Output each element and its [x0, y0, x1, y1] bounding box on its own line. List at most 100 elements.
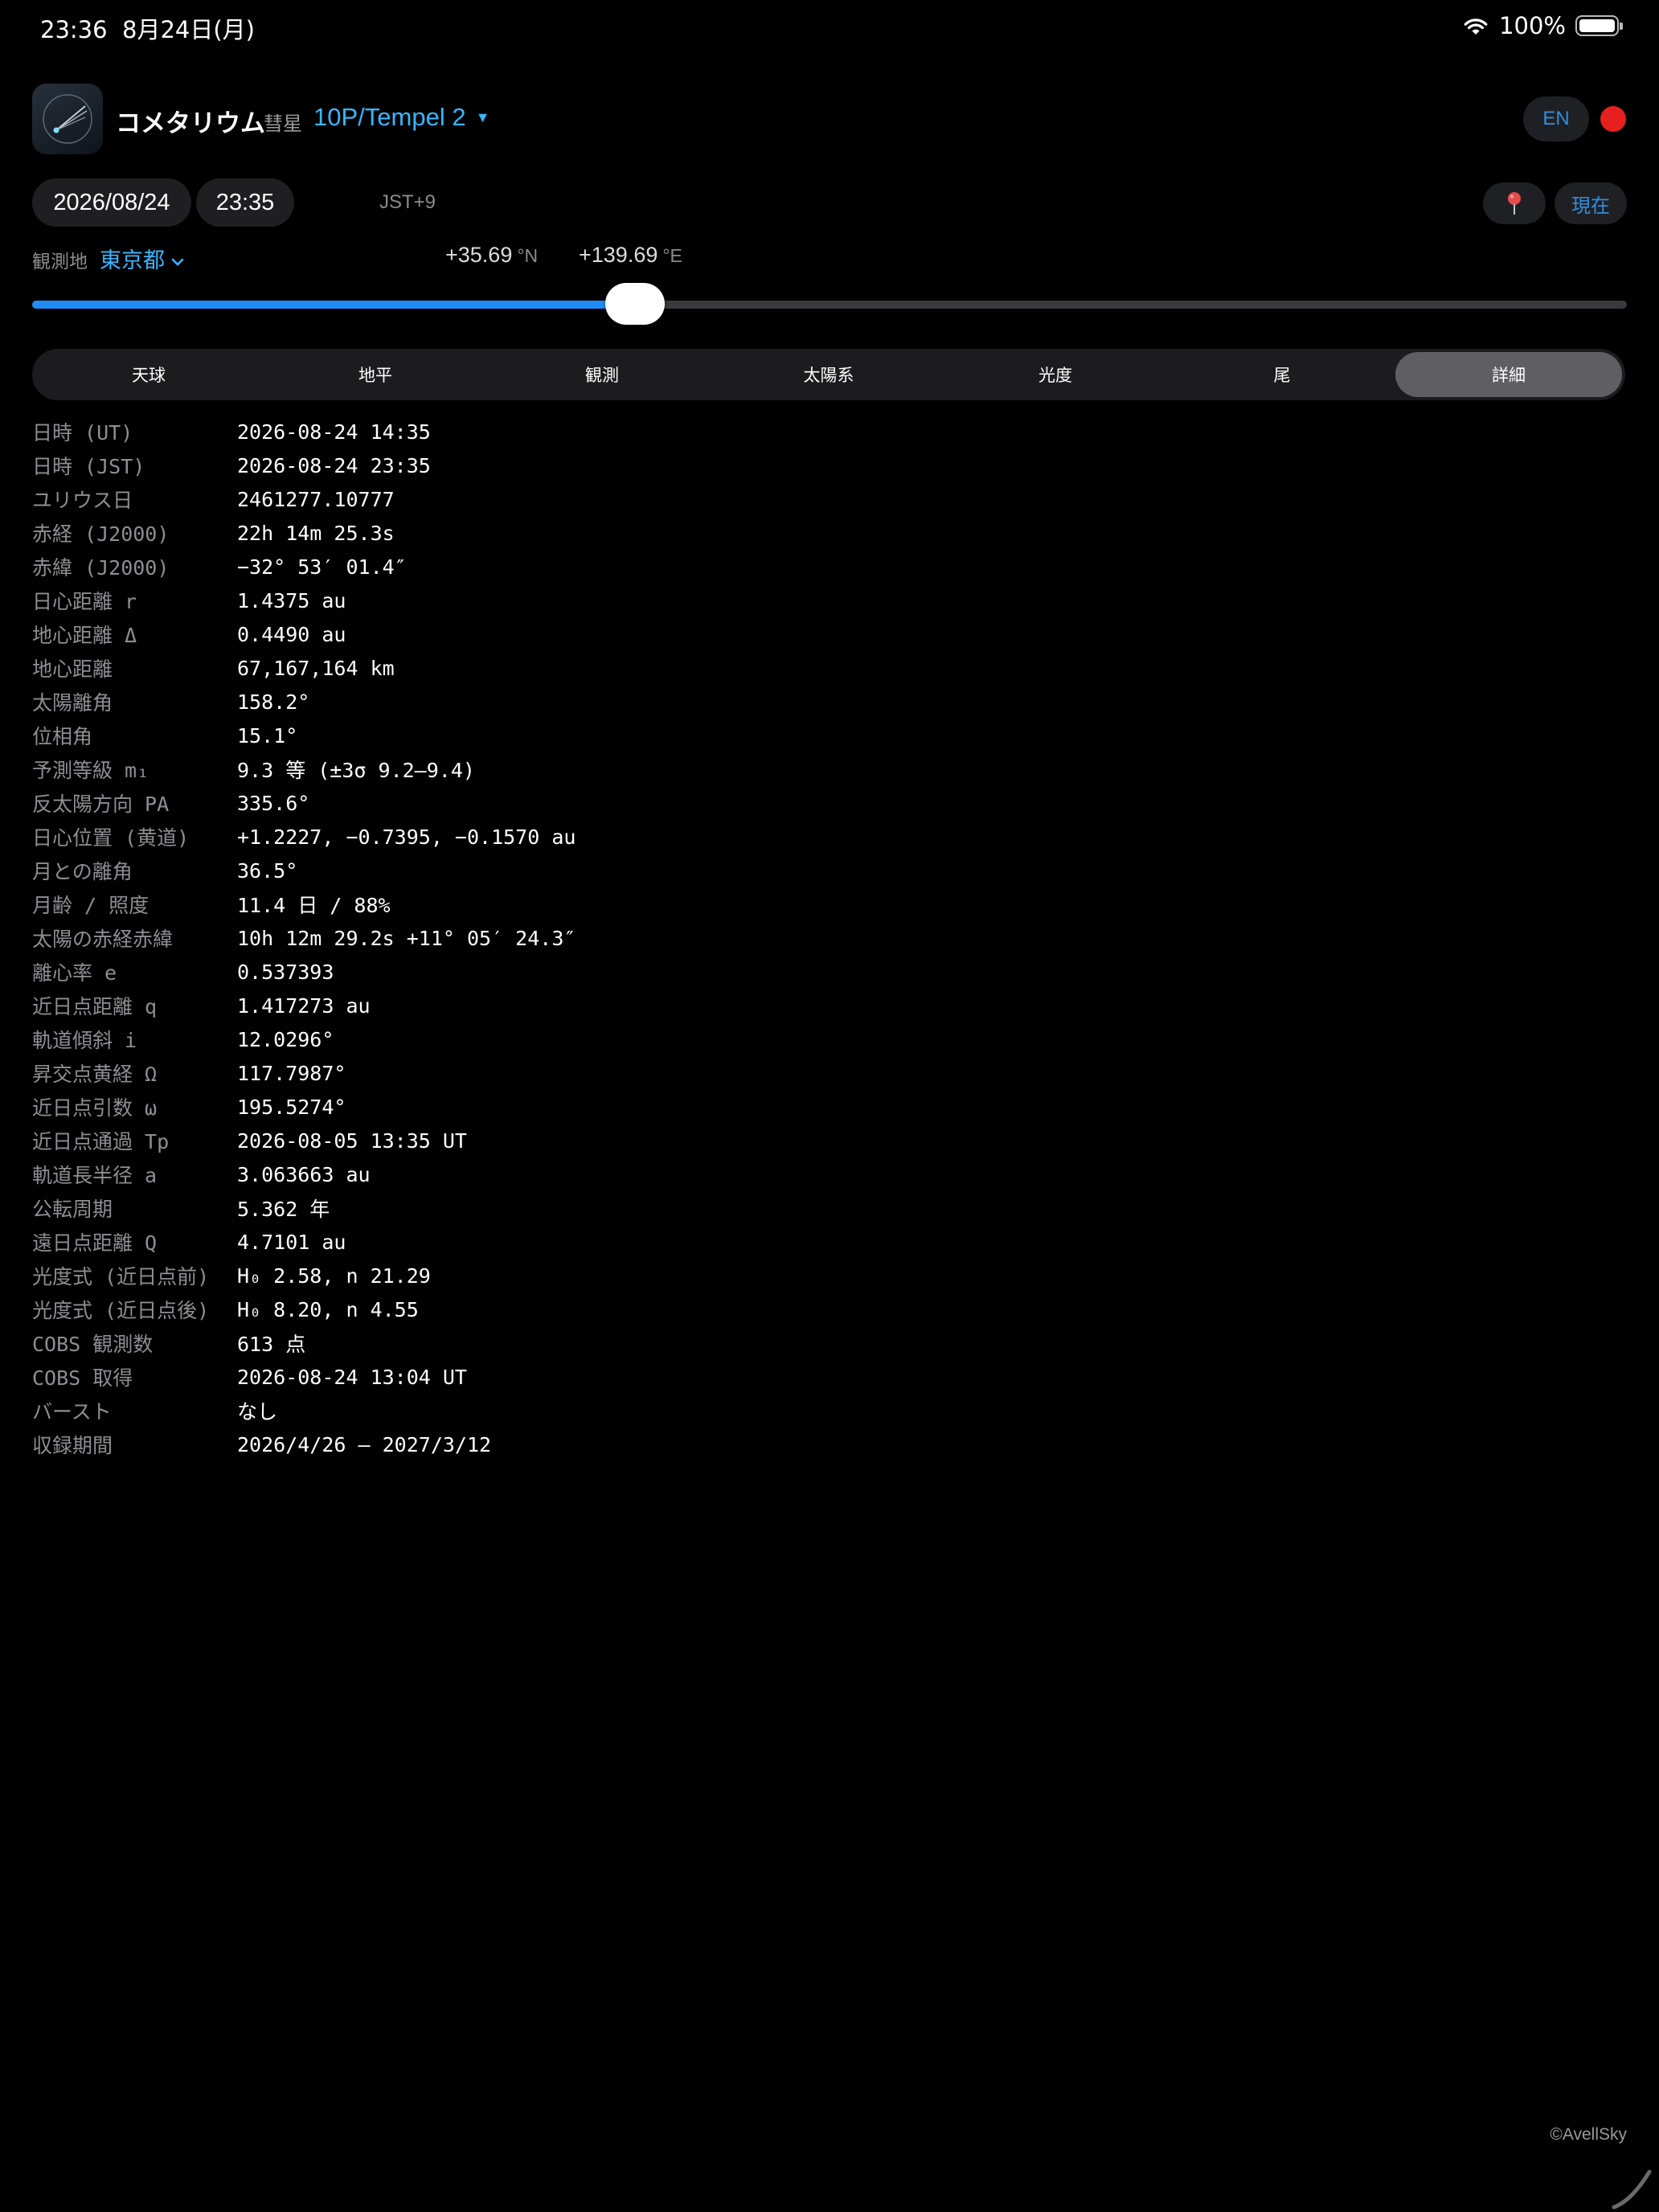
tab-observation[interactable]: 観測 — [489, 352, 715, 397]
now-button[interactable]: 現在 — [1555, 182, 1627, 224]
table-row: 太陽離角 158.2° — [32, 685, 1624, 719]
tab-details[interactable]: 詳細 — [1395, 352, 1622, 397]
row-value: H₀ 2.58, n 21.29 — [237, 1264, 431, 1288]
tab-celestial-sphere[interactable]: 天球 — [35, 352, 262, 397]
table-row: COBS 取得 2026-08-24 13:04 UT — [32, 1360, 1624, 1394]
row-value: 9.3 等 (±3σ 9.2–9.4) — [237, 759, 475, 782]
table-row: 赤経 (J2000) 22h 14m 25.3s — [32, 516, 1624, 550]
row-key: 地心距離 — [32, 657, 113, 681]
chevron-down-icon — [171, 258, 184, 266]
row-value: 1.417273 au — [237, 993, 371, 1018]
record-button[interactable] — [1600, 106, 1626, 132]
row-key: 近日点距離 q — [32, 995, 158, 1018]
table-row: 離心率 e 0.537393 — [32, 955, 1624, 989]
comet-name: 10P/Tempel 2 — [313, 103, 466, 131]
row-key: 近日点引数 ω — [32, 1096, 158, 1120]
row-value: +1.2227, −0.7395, −0.1570 au — [237, 825, 576, 849]
row-value: 12.0296° — [237, 1027, 334, 1051]
date-picker[interactable]: 2026/08/24 — [32, 178, 191, 227]
app-title: コメタリウム — [116, 109, 265, 138]
row-key: 遠日点距離 Q — [32, 1231, 158, 1255]
row-value: 195.5274° — [237, 1095, 346, 1119]
row-key: 日時 (JST) — [32, 455, 145, 478]
row-key: 月齢 / 照度 — [32, 894, 150, 917]
row-value: 5.362 年 — [237, 1198, 330, 1221]
row-value: 0.4490 au — [237, 622, 346, 646]
tab-tail[interactable]: 尾 — [1169, 352, 1395, 397]
table-row: 近日点通過 Tp 2026-08-05 13:35 UT — [32, 1124, 1624, 1157]
row-value: 3.063663 au — [237, 1162, 371, 1186]
location-pin-button[interactable] — [1483, 182, 1546, 224]
comet-logo-icon — [43, 94, 92, 144]
tab-brightness[interactable]: 光度 — [942, 352, 1169, 397]
row-value: 67,167,164 km — [237, 656, 395, 680]
row-value: 22h 14m 25.3s — [237, 521, 395, 545]
row-key: 地心距離 Δ — [32, 624, 137, 647]
row-key: 離心率 e — [32, 961, 117, 985]
row-key: バースト — [32, 1400, 112, 1423]
row-key: 太陽離角 — [32, 691, 113, 715]
table-row: 赤緯 (J2000) −32° 53′ 01.4″ — [32, 550, 1624, 584]
row-key: 日心距離 r — [32, 590, 137, 613]
row-value: 11.4 日 / 88% — [237, 894, 391, 917]
tab-horizon[interactable]: 地平 — [262, 352, 489, 397]
longitude-value: +139.69 — [579, 243, 658, 267]
row-value: 1.4375 au — [237, 588, 346, 612]
status-clock: 23:36 — [40, 16, 108, 43]
table-row: 反太陽方向 PA 335.6° — [32, 786, 1624, 820]
row-value: 15.1° — [237, 723, 298, 748]
status-bar: 23:36 8月24日(月) 100% — [0, 0, 1659, 51]
row-key: 日時 (UT) — [32, 421, 133, 444]
location-name: 東京都 — [100, 248, 165, 273]
pin-icon — [1508, 192, 1521, 215]
slider-thumb[interactable] — [604, 283, 665, 325]
table-row: 光度式 (近日点前) H₀ 2.58, n 21.29 — [32, 1259, 1624, 1292]
table-row: 近日点引数 ω 195.5274° — [32, 1090, 1624, 1124]
row-key: 赤経 (J2000) — [32, 522, 170, 546]
row-key: 赤緯 (J2000) — [32, 556, 170, 580]
location-selector[interactable]: 東京都 — [100, 243, 184, 274]
time-slider[interactable] — [32, 283, 1627, 325]
tab-solar-system[interactable]: 太陽系 — [715, 352, 942, 397]
battery-icon — [1575, 15, 1623, 36]
table-row: 月との離角 36.5° — [32, 854, 1624, 887]
row-key: 位相角 — [32, 725, 93, 748]
latitude-unit: °N — [517, 245, 539, 266]
table-row: 遠日点距離 Q 4.7101 au — [32, 1225, 1624, 1259]
table-row: 予測等級 m₁ 9.3 等 (±3σ 9.2–9.4) — [32, 752, 1624, 786]
row-key: 太陽の赤経赤緯 — [32, 928, 174, 951]
app-icon — [32, 84, 103, 154]
row-key: 光度式 (近日点前) — [32, 1265, 210, 1288]
status-right: 100% — [1462, 11, 1623, 40]
row-value: 2026-08-24 14:35 — [237, 420, 431, 444]
slider-fill — [32, 301, 635, 309]
row-key: COBS 観測数 — [32, 1333, 154, 1356]
row-key: 収録期間 — [32, 1434, 113, 1457]
scroll-indicator-icon — [1612, 2169, 1652, 2210]
table-row: 軌道傾斜 i 12.0296° — [32, 1022, 1624, 1056]
row-value: 335.6° — [237, 791, 310, 815]
comet-selector[interactable]: 10P/Tempel 2 ▼ — [313, 103, 490, 132]
row-value: 36.5° — [237, 858, 298, 883]
row-key: 昇交点黄経 Ω — [32, 1063, 158, 1086]
table-row: 地心距離 Δ 0.4490 au — [32, 617, 1624, 651]
row-value: 2026-08-24 23:35 — [237, 453, 431, 477]
row-key: 軌道傾斜 i — [32, 1029, 137, 1052]
time-picker[interactable]: 23:35 — [196, 178, 294, 227]
table-row: 位相角 15.1° — [32, 719, 1624, 752]
language-button[interactable]: EN — [1523, 96, 1589, 141]
table-row: ユリウス日 2461277.10777 — [32, 482, 1624, 516]
row-value: 2026-08-24 13:04 UT — [237, 1365, 467, 1389]
app-subtitle: 彗星 — [264, 113, 302, 135]
status-date: 8月24日(月) — [122, 16, 255, 43]
row-value: H₀ 8.20, n 4.55 — [237, 1297, 419, 1321]
battery-level — [1579, 19, 1615, 32]
timezone-label: JST+9 — [379, 191, 436, 213]
location-label: 観測地 — [32, 252, 88, 272]
row-key: 予測等級 m₁ — [32, 759, 150, 782]
caret-down-icon: ▼ — [475, 109, 490, 125]
latitude: +35.69 °N — [445, 243, 538, 268]
row-value: 613 点 — [237, 1333, 306, 1356]
table-row: 日時 (JST) 2026-08-24 23:35 — [32, 449, 1624, 482]
row-value: なし — [237, 1400, 278, 1423]
